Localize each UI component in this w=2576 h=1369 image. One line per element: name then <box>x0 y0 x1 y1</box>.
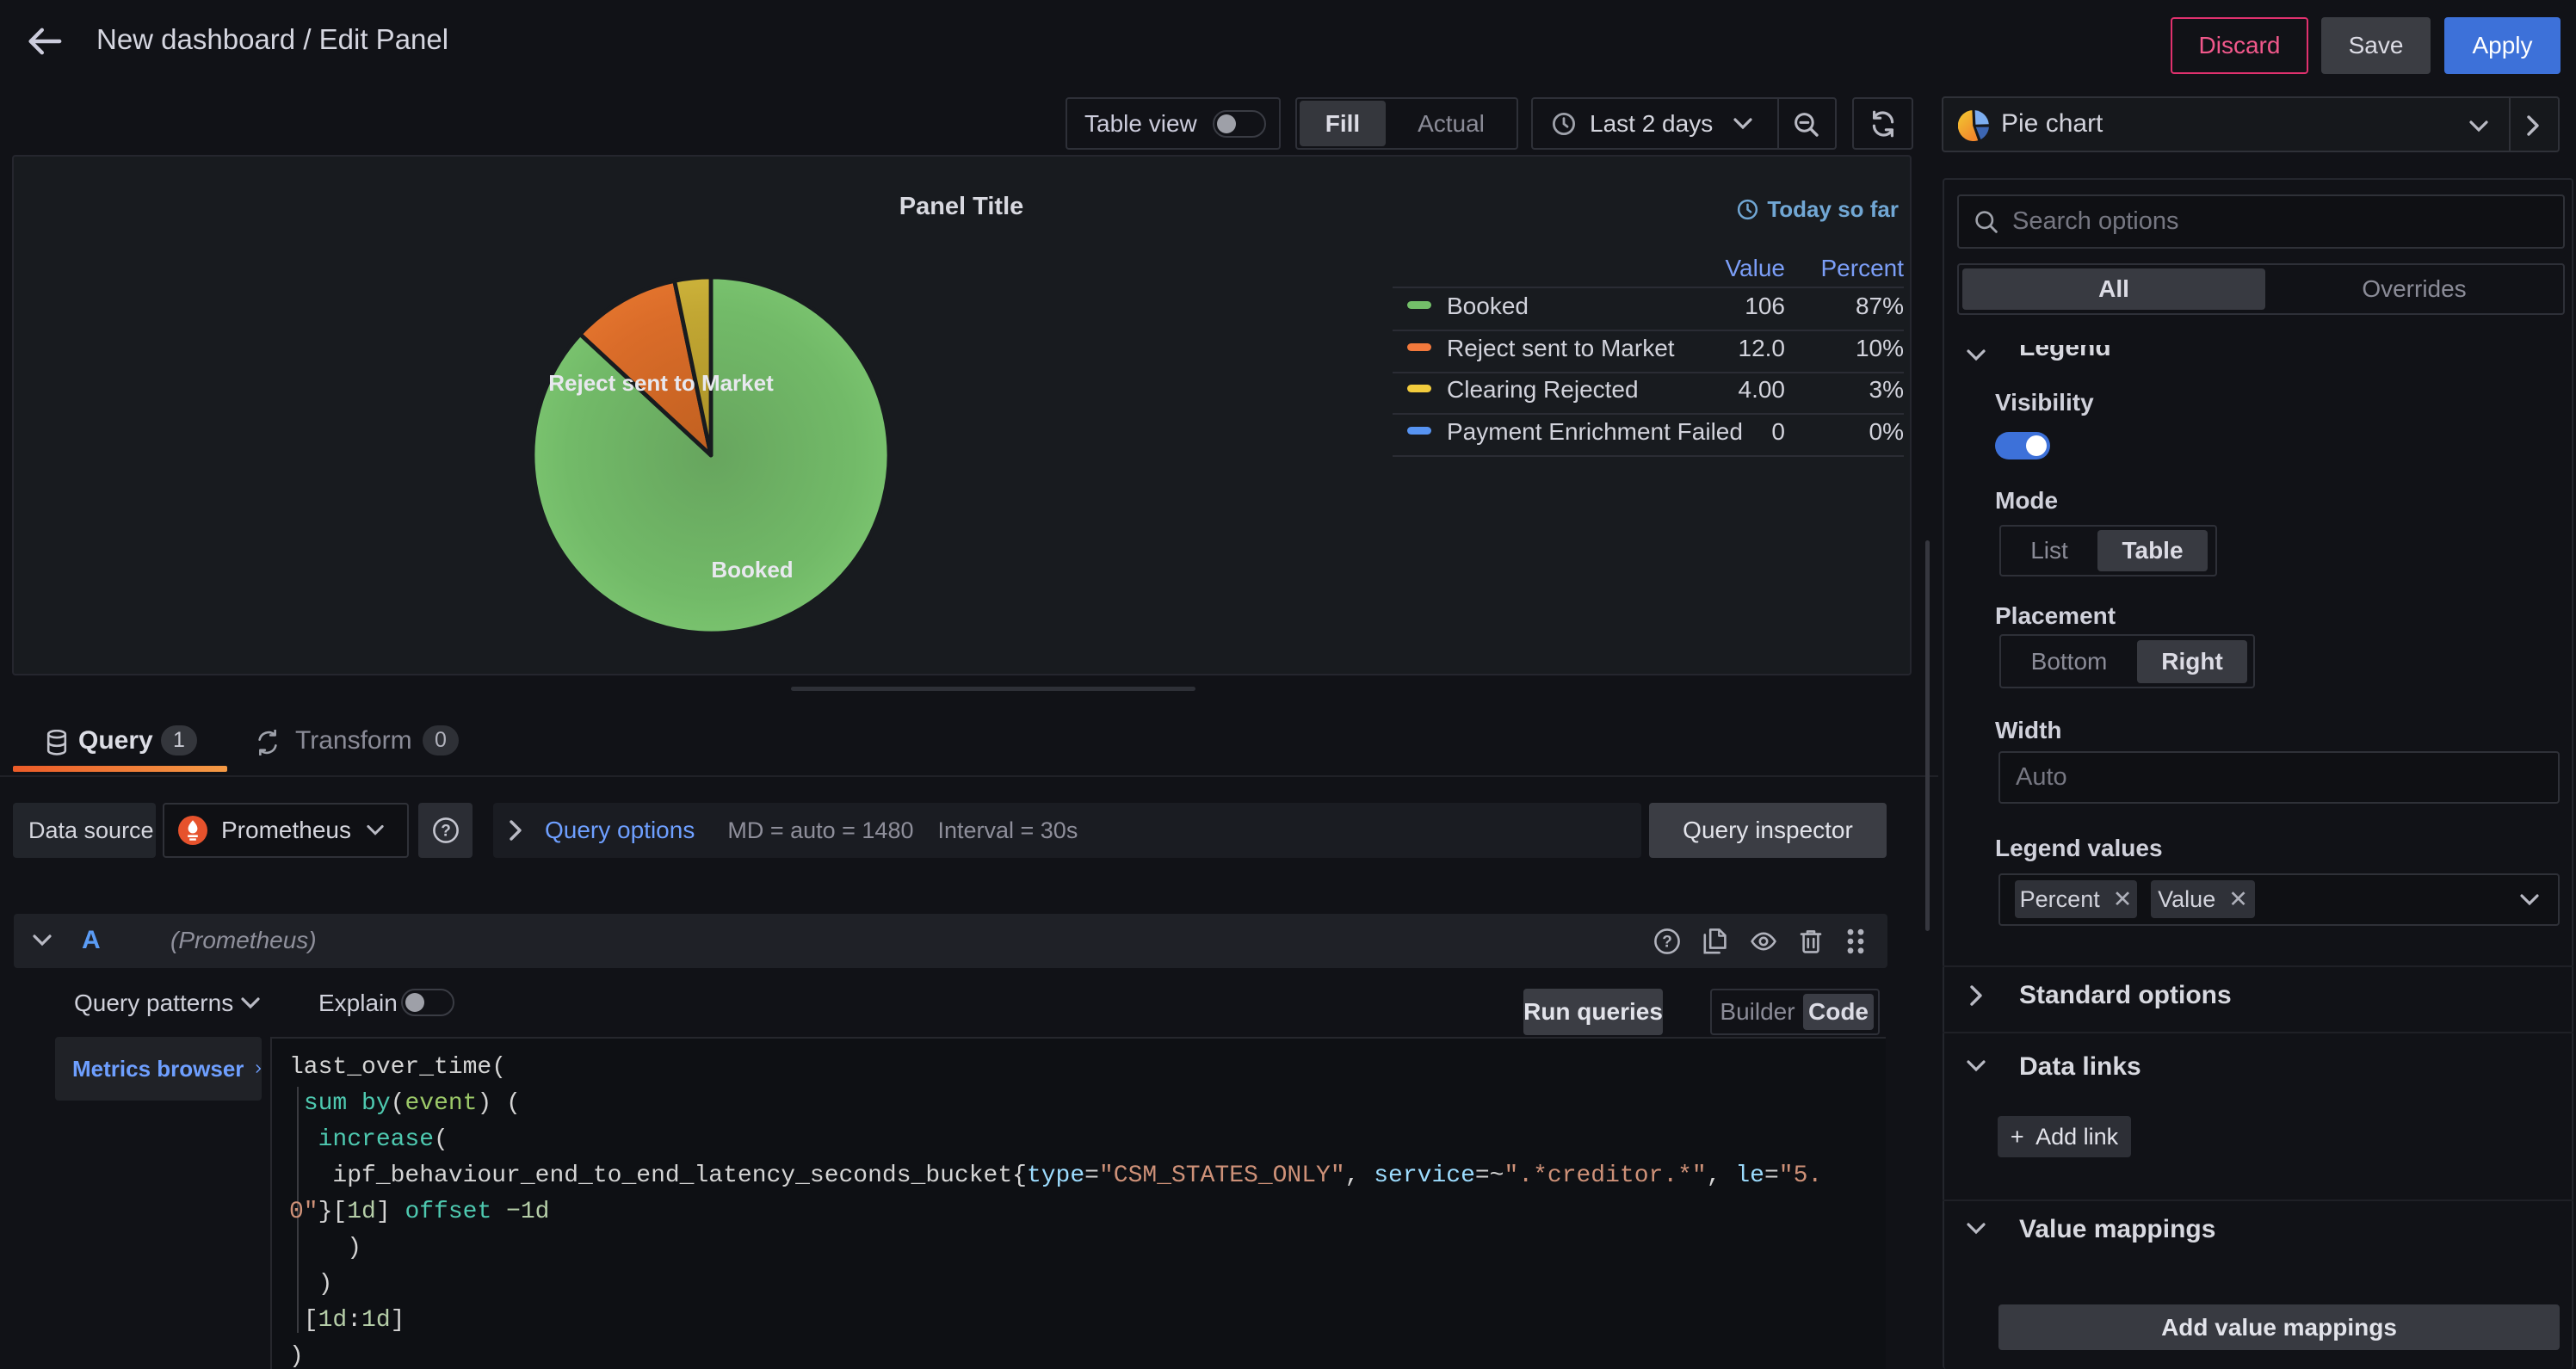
svg-text:?: ? <box>1662 933 1672 951</box>
svg-text:?: ? <box>441 822 451 840</box>
